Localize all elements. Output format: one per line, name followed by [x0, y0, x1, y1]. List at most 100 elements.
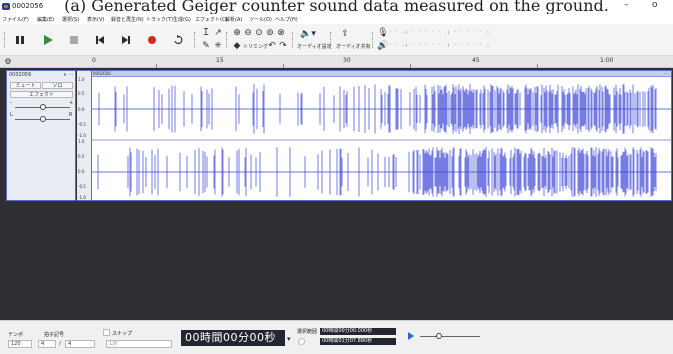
menu-help[interactable]: ヘルプ(H)	[275, 16, 298, 23]
redo-icon[interactable]: ↷	[277, 40, 289, 52]
toolbar-grip[interactable]	[372, 32, 374, 48]
toolbar-grip[interactable]	[4, 32, 6, 48]
menu-transport[interactable]: 録音と再生(N)	[111, 16, 144, 23]
toolbar-grip[interactable]	[292, 32, 294, 48]
scale-label: -0.5	[78, 184, 86, 189]
gain-minus-label: -	[10, 100, 12, 106]
skip-end-icon	[122, 36, 130, 44]
toolbar-grip[interactable]	[226, 32, 228, 48]
multi-tool-icon[interactable]: ✳	[212, 40, 224, 52]
play-at-speed-icon[interactable]	[408, 332, 414, 340]
time-display[interactable]: 00時間00分00秒	[181, 330, 285, 346]
snap-checkbox[interactable]	[103, 329, 110, 336]
pause-icon	[16, 36, 24, 44]
menu-file[interactable]: ファイル(F)	[2, 16, 29, 23]
record-button[interactable]	[142, 30, 162, 50]
timeline-settings-icon[interactable]: ⚙	[2, 56, 14, 68]
playback-speed-knob[interactable]	[436, 333, 442, 339]
menu-view[interactable]: 表示(V)	[87, 16, 104, 23]
microphone-icon[interactable]: 🎙	[377, 27, 389, 39]
track-menu-icon[interactable]: ∧ ···	[63, 72, 73, 78]
menu-bar: ファイル(F) 編集(E) 選択(S) 表示(V) 録音と再生(N) トラック(…	[0, 14, 673, 24]
play-button[interactable]	[38, 30, 58, 50]
scale-label: 1.0	[78, 77, 85, 82]
time-sig-numerator[interactable]: 4	[38, 340, 56, 348]
mute-button[interactable]: ミュート	[10, 82, 41, 89]
skip-to-start-button[interactable]	[90, 30, 110, 50]
zoom-toggle-icon[interactable]: ⊗	[275, 27, 287, 39]
menu-effect[interactable]: エフェクト(C)	[195, 16, 227, 23]
skip-to-end-button[interactable]	[116, 30, 136, 50]
time-signature-label: 拍子記号	[44, 332, 65, 338]
waveform-display[interactable]	[92, 77, 671, 200]
ruler-label: 30	[343, 57, 351, 64]
audio-share-button[interactable]: オーディオ共有	[336, 43, 371, 50]
empty-track-area[interactable]	[0, 203, 673, 320]
loop-icon	[174, 35, 183, 45]
time-format-dropdown-icon[interactable]: ▾	[287, 335, 291, 343]
ruler-label: 15	[216, 57, 224, 64]
tempo-input[interactable]: 120	[8, 340, 32, 348]
menu-generate[interactable]: 生成(G)	[173, 16, 191, 23]
play-icon	[44, 35, 53, 45]
scale-label: -0.5	[78, 122, 86, 127]
envelope-tool-icon[interactable]: ↗	[212, 27, 224, 39]
clip-name: 0002056	[93, 71, 111, 76]
selection-label: 選択範囲	[297, 329, 318, 335]
toolbar: Ｉ ↗ ✎ ✳ ⊕ ⊖ ⊙ ⊚ ⊗ ◆ トリミング ↶ ↷ 🔈▾ オーディオ設定…	[0, 24, 673, 56]
pan-slider-knob[interactable]	[40, 116, 46, 122]
stop-button[interactable]	[64, 30, 84, 50]
scale-label: -1.0	[78, 195, 86, 200]
scale-label: 1.0	[78, 139, 85, 144]
playback-meter[interactable]: ' ' -I ' ' ' ' ' -I ' ' ' ' ' ◌	[390, 43, 492, 53]
gain-slider-knob[interactable]	[40, 104, 46, 110]
title-bar: 0002056 – o	[0, 0, 673, 14]
scale-label: 0.0	[78, 107, 85, 112]
restore-button[interactable]: o	[652, 0, 658, 10]
skip-start-icon	[96, 36, 104, 44]
pan-right-label: R	[69, 112, 73, 118]
pause-button[interactable]	[10, 30, 30, 50]
share-icon[interactable]: ⇪	[339, 28, 351, 40]
audio-setup-button[interactable]: オーディオ設定	[297, 43, 332, 50]
draw-tool-icon[interactable]: ✎	[200, 40, 212, 52]
loop-button[interactable]	[168, 30, 188, 50]
playback-speed-track[interactable]	[420, 336, 480, 337]
scale-label: 0.5	[78, 91, 85, 96]
selection-start-time[interactable]: 00時間00分00.000秒	[320, 328, 396, 335]
ruler-label: 1:00	[600, 57, 614, 64]
clip-menu-icon[interactable]: ···	[664, 71, 668, 76]
trim-label: トリミング	[243, 44, 269, 50]
effects-button[interactable]: エフェクト	[10, 91, 73, 98]
minimize-button[interactable]: –	[624, 0, 629, 10]
selection-mode-radio[interactable]	[298, 338, 305, 345]
app-logo-icon	[2, 3, 10, 10]
trim-icon[interactable]: ◆	[231, 40, 243, 52]
tempo-label: テンポ	[8, 332, 24, 338]
playback-meter-icon[interactable]: 🔊	[377, 40, 389, 52]
menu-edit[interactable]: 編集(E)	[37, 16, 54, 23]
selection-tool-icon[interactable]: Ｉ	[200, 27, 212, 39]
toolbar-grip[interactable]	[194, 32, 196, 48]
selection-end-time[interactable]: 00時間01分07.880秒	[320, 338, 396, 345]
snap-label: スナップ	[112, 331, 133, 337]
time-sig-denominator[interactable]: 4	[65, 340, 95, 348]
toolbar-grip[interactable]	[330, 32, 332, 48]
menu-analyze[interactable]: 解析(A)	[225, 16, 242, 23]
ruler-label: 45	[472, 57, 480, 64]
time-sig-separator: /	[59, 341, 61, 347]
waveform-clip[interactable]: 0002056 ···	[91, 70, 672, 201]
track-name[interactable]: 0002056	[9, 72, 31, 78]
solo-button[interactable]: ソロ	[42, 82, 73, 89]
menu-tools[interactable]: ツール(O)	[249, 16, 272, 23]
track-control-panel[interactable]: 0002056 ∧ ··· ミュート ソロ エフェクト - + L R	[6, 70, 76, 201]
ruler-label: 0	[92, 57, 96, 64]
timeline-ruler[interactable]: ⚙ 0 15 30 45 1:00	[0, 56, 673, 68]
record-meter[interactable]: ' ' -I ' ' ' ' ' -I ' ' ' ' ' ◌	[390, 30, 492, 40]
snap-select[interactable]: 1/8	[106, 340, 172, 348]
record-icon	[148, 36, 156, 44]
menu-tracks[interactable]: トラック(T)	[146, 16, 173, 23]
speaker-icon[interactable]: 🔈▾	[298, 28, 318, 40]
menu-select[interactable]: 選択(S)	[62, 16, 79, 23]
vertical-scale[interactable]: 1.0 0.5 0.0 -0.5 -1.0 1.0 0.5 0.0 -0.5 -…	[77, 70, 91, 201]
